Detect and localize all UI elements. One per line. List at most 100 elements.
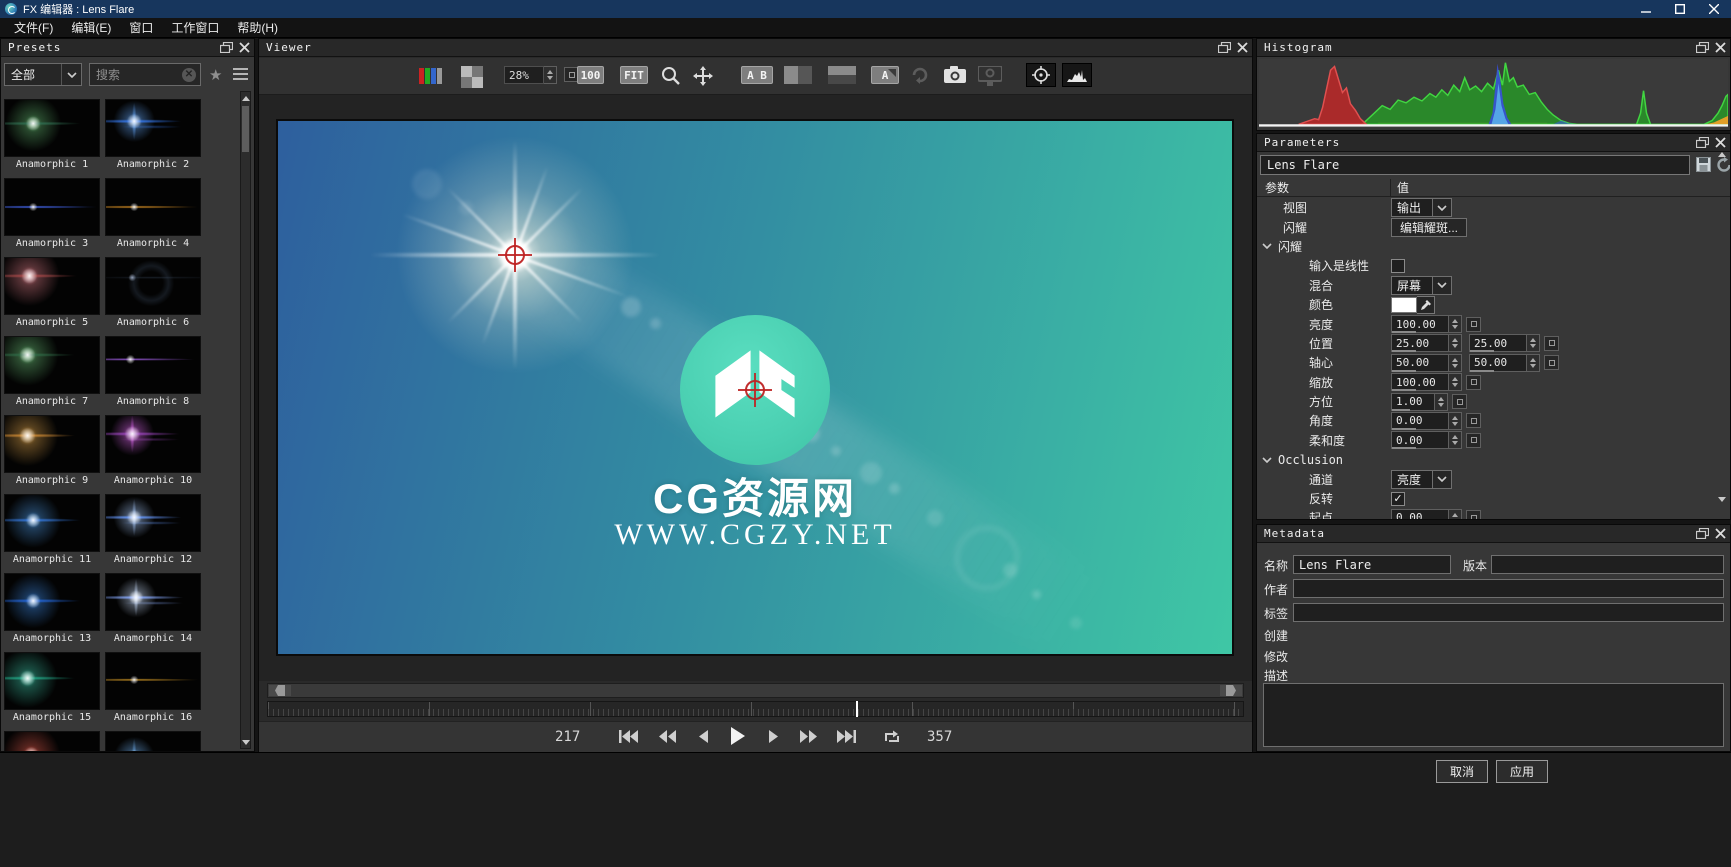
playhead[interactable]: [855, 701, 858, 717]
zoom-100-button[interactable]: 100: [577, 66, 604, 84]
preset-thumbnail[interactable]: [105, 178, 201, 236]
preset-thumbnail[interactable]: [4, 178, 100, 236]
spinner-buttons[interactable]: [1449, 334, 1462, 353]
viewer-canvas[interactable]: CG资源网 WWW.CGZY.NET: [259, 95, 1252, 681]
meta-version-input[interactable]: [1491, 555, 1724, 574]
viewer-hscrollbar[interactable]: [267, 683, 1244, 698]
menu-hamburger-icon[interactable]: [233, 68, 248, 80]
close-panel-icon[interactable]: [1715, 528, 1726, 539]
split-vertical-icon[interactable]: [784, 66, 812, 84]
histogram-overlay-button[interactable]: [1062, 63, 1092, 87]
preset-thumbnail[interactable]: [4, 573, 100, 631]
preset-item[interactable]: Anamorphic 14: [105, 573, 201, 644]
scroll-down-icon[interactable]: [241, 736, 250, 748]
param-dropdown[interactable]: 亮度: [1391, 469, 1452, 489]
go-end-button[interactable]: [837, 730, 856, 743]
chevron-down-icon[interactable]: [1432, 276, 1451, 294]
number-field[interactable]: 100.00: [1391, 315, 1449, 334]
hscroll-right-cap[interactable]: [1220, 685, 1242, 696]
param-dropdown[interactable]: 输出: [1391, 198, 1452, 218]
chevron-down-icon[interactable]: [1262, 243, 1272, 250]
number-field[interactable]: 1.00: [1391, 392, 1435, 411]
spinner-buttons[interactable]: [1449, 508, 1462, 519]
close-panel-icon[interactable]: [1715, 42, 1726, 53]
number-field[interactable]: 25.00: [1391, 334, 1449, 353]
float-panel-icon[interactable]: [1696, 42, 1709, 53]
meta-name-input[interactable]: [1293, 555, 1451, 574]
float-panel-icon[interactable]: [1218, 42, 1231, 53]
save-preset-icon[interactable]: [1696, 157, 1711, 172]
param-dropdown[interactable]: 屏幕: [1391, 275, 1452, 295]
effect-name-field[interactable]: [1260, 155, 1690, 175]
compare-a-button[interactable]: A: [871, 66, 899, 84]
expression-box-button[interactable]: [1466, 432, 1481, 448]
reload-preset-icon[interactable]: [1716, 157, 1731, 173]
preset-thumbnail[interactable]: [105, 494, 201, 552]
preset-item[interactable]: Anamorphic 16: [105, 652, 201, 723]
preset-item[interactable]: Anamorphic 8: [105, 336, 201, 407]
preset-thumbnail[interactable]: [4, 415, 100, 473]
preset-thumbnail[interactable]: [4, 257, 100, 315]
expression-box-button[interactable]: [1544, 335, 1559, 351]
spinner-buttons[interactable]: [1449, 431, 1462, 450]
fit-button[interactable]: FIT: [620, 66, 648, 84]
scroll-up-icon[interactable]: [241, 92, 250, 104]
float-panel-icon[interactable]: [1696, 528, 1709, 539]
number-field[interactable]: 100.00: [1391, 373, 1449, 392]
preset-item[interactable]: Anamorphic 18: [105, 731, 201, 751]
zoom-spinner[interactable]: [544, 66, 557, 84]
expression-box-button[interactable]: [1452, 394, 1467, 410]
menu-edit[interactable]: 编辑(E): [63, 18, 119, 37]
presets-scrollbar[interactable]: [240, 91, 251, 749]
loop-button[interactable]: [884, 730, 900, 744]
preset-thumbnail[interactable]: [4, 336, 100, 394]
scrollbar-thumb[interactable]: [242, 106, 249, 152]
close-button[interactable]: [1697, 0, 1731, 18]
meta-tags-input[interactable]: [1293, 603, 1724, 622]
meta-description-input[interactable]: [1263, 683, 1724, 747]
menu-file[interactable]: 文件(F): [6, 18, 61, 37]
preview-image[interactable]: CG资源网 WWW.CGZY.NET: [276, 119, 1234, 656]
number-field[interactable]: 25.00: [1469, 334, 1527, 353]
preset-item[interactable]: Anamorphic 17: [4, 731, 100, 751]
preset-item[interactable]: Anamorphic 15: [4, 652, 100, 723]
magnifier-icon[interactable]: [661, 66, 680, 85]
end-frame[interactable]: 357: [927, 729, 952, 745]
spinner-buttons[interactable]: [1527, 353, 1540, 372]
edit-flare-button[interactable]: 编辑耀斑...: [1391, 217, 1468, 237]
preset-thumbnail[interactable]: [4, 652, 100, 710]
timeline-ruler[interactable]: [267, 701, 1244, 717]
rewind-button[interactable]: [659, 730, 676, 743]
preset-thumbnail[interactable]: [105, 573, 201, 631]
expression-box-button[interactable]: [1544, 355, 1559, 371]
chevron-down-icon[interactable]: [1262, 457, 1272, 463]
expression-box-button[interactable]: [1466, 316, 1481, 332]
preset-thumbnail[interactable]: [4, 99, 100, 157]
expression-box-button[interactable]: [1466, 510, 1481, 519]
preset-item[interactable]: Anamorphic 6: [105, 257, 201, 328]
preset-thumbnail[interactable]: [4, 494, 100, 552]
preset-item[interactable]: Anamorphic 11: [4, 494, 100, 565]
number-field[interactable]: 0.00: [1391, 508, 1449, 519]
flare-position-crosshair[interactable]: [497, 238, 532, 273]
preset-thumbnail[interactable]: [105, 731, 201, 751]
maximize-button[interactable]: [1663, 0, 1697, 18]
number-field[interactable]: 0.00: [1391, 411, 1449, 430]
step-back-button[interactable]: [699, 730, 708, 743]
preset-item[interactable]: Anamorphic 12: [105, 494, 201, 565]
meta-author-input[interactable]: [1293, 579, 1724, 598]
spinner-buttons[interactable]: [1449, 411, 1462, 430]
params-scroll-up-icon[interactable]: [1718, 138, 1726, 157]
menu-window[interactable]: 窗口: [121, 18, 161, 37]
preset-thumbnail[interactable]: [105, 99, 201, 157]
step-forward-button[interactable]: [769, 730, 778, 743]
float-panel-icon[interactable]: [1696, 137, 1709, 148]
preset-item[interactable]: Anamorphic 13: [4, 573, 100, 644]
spinner-buttons[interactable]: [1435, 392, 1448, 411]
chevron-down-icon[interactable]: [1432, 199, 1451, 217]
close-panel-icon[interactable]: [239, 42, 250, 53]
snapshot-camera-icon[interactable]: [944, 66, 966, 83]
rgb-channels-icon[interactable]: [419, 66, 443, 86]
preset-thumbnail[interactable]: [105, 336, 201, 394]
preset-item[interactable]: Anamorphic 4: [105, 178, 201, 249]
